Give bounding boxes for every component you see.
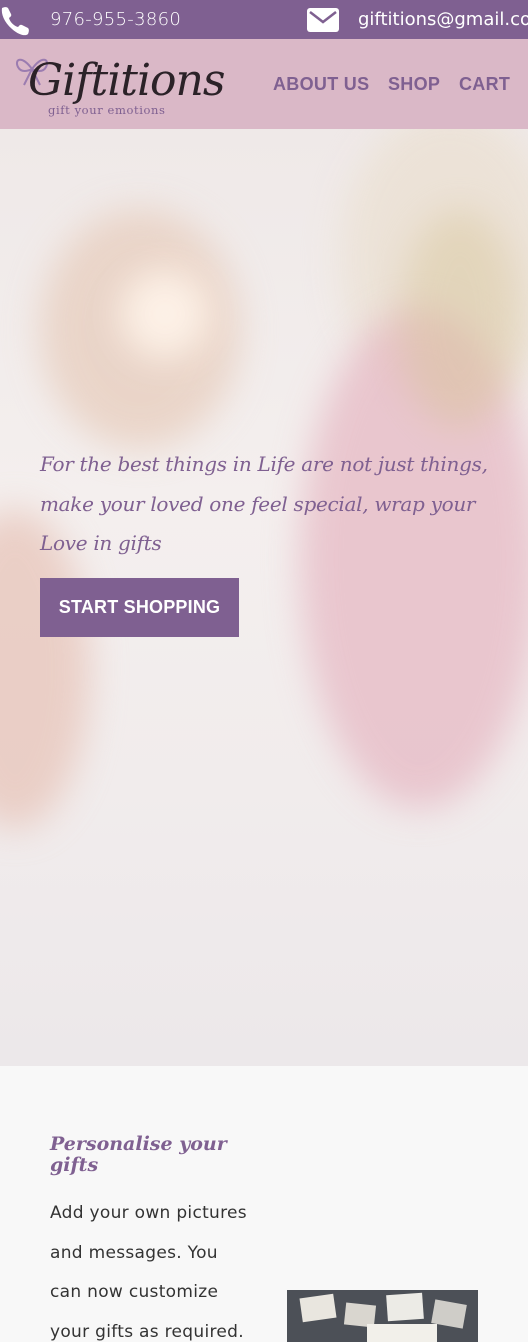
hero-bg-decor (400, 209, 520, 429)
nav-cart[interactable]: CART (459, 74, 510, 95)
nav-shop[interactable]: SHOP (388, 74, 440, 95)
top-contact-bar: 976-955-3860 giftitions@gmail.com (0, 0, 528, 39)
nav-about-us[interactable]: ABOUT US (273, 74, 369, 95)
logo-tagline: gift your emotions (48, 103, 166, 117)
logo-wordmark: Giftitions (28, 55, 225, 106)
hero-tagline: For the best things in Life are not just… (40, 452, 488, 555)
phone-icon[interactable] (0, 5, 32, 37)
photo-card (299, 1293, 337, 1323)
site-logo[interactable]: Giftitions gift your emotions (8, 47, 225, 121)
email-address[interactable]: giftitions@gmail.com (358, 9, 528, 30)
photo-card (386, 1292, 424, 1322)
phone-number[interactable]: 976-955-3860 (50, 9, 181, 30)
hero-banner: For the best things in Life are not just… (0, 129, 528, 1066)
notebook (367, 1324, 437, 1342)
section-title: Personalise your gifts (50, 1133, 227, 1176)
hero-bg-decor (120, 269, 210, 359)
mail-icon[interactable] (306, 7, 340, 33)
start-shopping-button[interactable]: START SHOPPING (40, 578, 239, 637)
personalised-photos-image (287, 1290, 478, 1342)
site-header: Giftitions gift your emotions ABOUT US S… (0, 39, 528, 129)
personalise-section: Personalise your gifts Add your own pict… (0, 1066, 528, 1342)
section-body: Add your own pictures and messages. You … (50, 1203, 247, 1342)
